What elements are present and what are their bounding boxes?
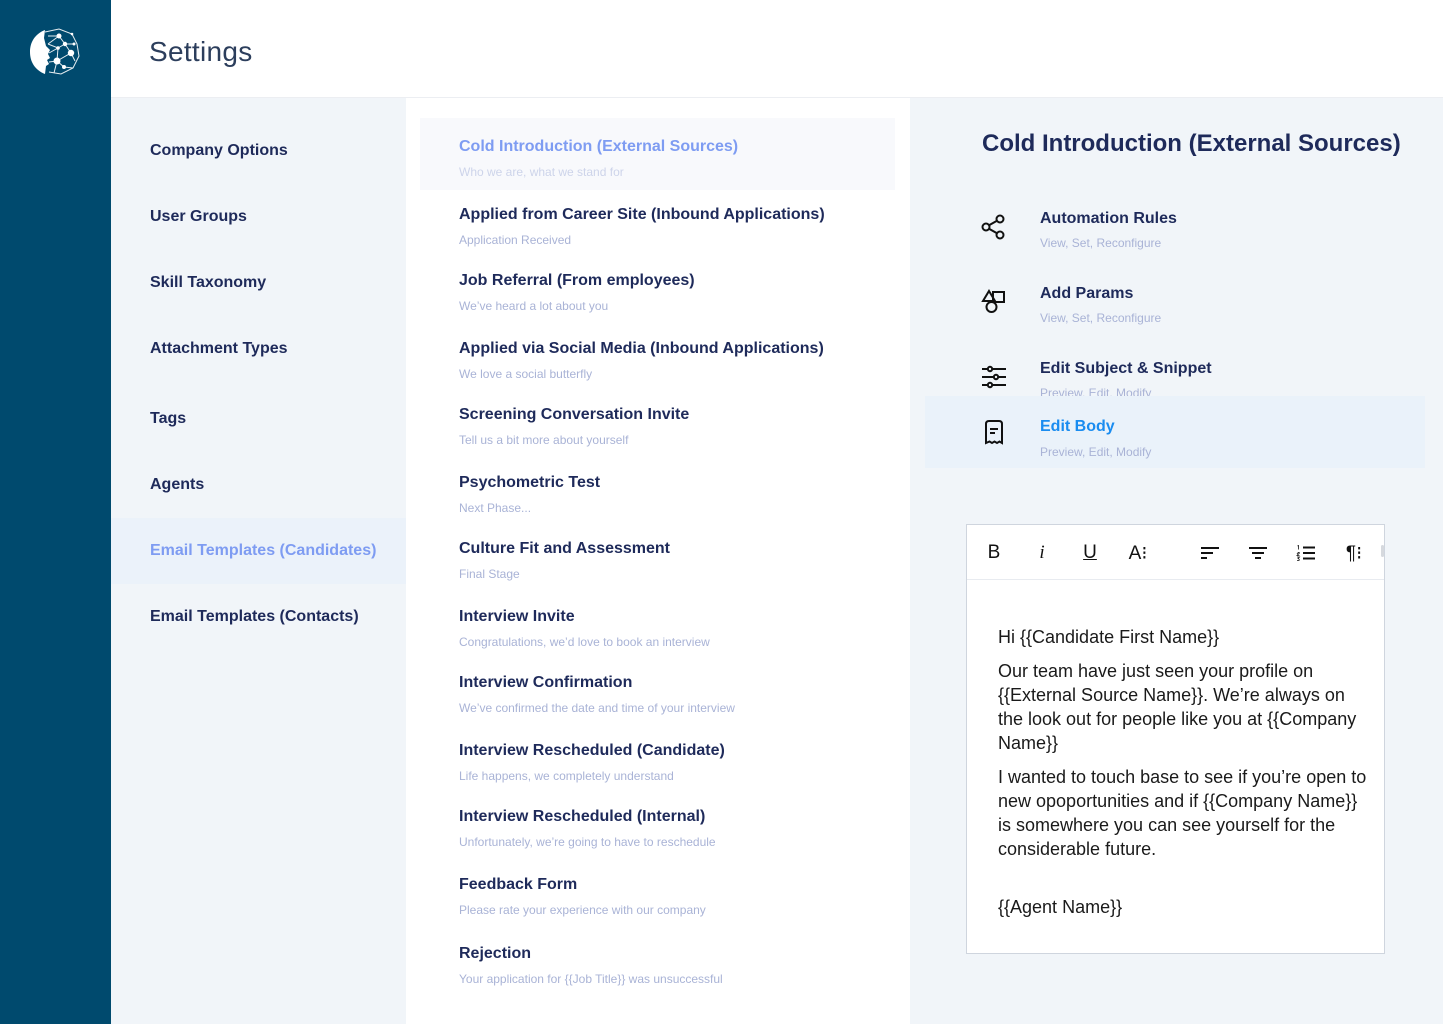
nav-item-skill-taxonomy[interactable]: Skill Taxonomy	[111, 250, 406, 316]
detail-title: Cold Introduction (External Sources)	[982, 130, 1401, 157]
nav-item-tags[interactable]: Tags	[111, 386, 406, 452]
body-greeting: Hi {{Candidate First Name}}	[998, 627, 1220, 647]
template-subtitle: Unfortunately, we’re going to have to re…	[459, 835, 716, 849]
settings-nav: Company Options User Groups Skill Taxono…	[111, 98, 406, 1024]
align-center-button[interactable]	[1244, 539, 1272, 567]
template-item-screening-invite[interactable]: Screening Conversation Invite Tell us a …	[420, 386, 895, 458]
body-paragraph-1: Our team have just seen your profile on …	[998, 661, 1357, 753]
template-title: Interview Rescheduled (Candidate)	[459, 742, 725, 759]
template-title: Screening Conversation Invite	[459, 406, 690, 423]
template-title: Interview Invite	[459, 608, 575, 625]
nav-item-email-templates-candidates[interactable]: Email Templates (Candidates)	[111, 518, 406, 584]
option-subtitle: View, Set, Reconfigure	[1040, 236, 1162, 250]
font-size-button[interactable]: A⁝	[1124, 539, 1152, 567]
template-item-applied-social-media[interactable]: Applied via Social Media (Inbound Applic…	[420, 320, 895, 392]
share-nodes-icon	[981, 214, 1005, 240]
numbered-list-button[interactable]	[1292, 539, 1320, 567]
option-add-params[interactable]: Add Params View, Set, Reconfigure	[925, 273, 1425, 345]
nav-item-user-groups[interactable]: User Groups	[111, 184, 406, 250]
email-body-text[interactable]: Hi {{Candidate First Name}} Our team hav…	[998, 625, 1368, 929]
bold-button[interactable]: B	[980, 539, 1008, 567]
template-title: Interview Confirmation	[459, 674, 633, 691]
template-subtitle: Your application for {{Job Title}} was u…	[459, 972, 723, 986]
option-edit-body[interactable]: Edit Body Preview, Edit, Modify	[925, 396, 1425, 468]
template-title: Interview Rescheduled (Internal)	[459, 808, 706, 825]
toolbar-overflow-indicator[interactable]	[1381, 545, 1384, 557]
template-title: Psychometric Test	[459, 474, 601, 491]
align-center-icon	[1249, 547, 1267, 559]
template-subtitle: Application Received	[459, 233, 572, 247]
template-item-job-referral[interactable]: Job Referral (From employees) We’ve hear…	[420, 252, 895, 324]
template-item-feedback-form[interactable]: Feedback Form Please rate your experienc…	[420, 856, 895, 928]
template-subtitle: We’ve confirmed the date and time of you…	[459, 701, 735, 715]
template-title: Applied via Social Media (Inbound Applic…	[459, 340, 824, 357]
receipt-document-icon	[985, 420, 1003, 445]
template-subtitle: We’ve heard a lot about you	[459, 299, 609, 313]
template-subtitle: Who we are, what we stand for	[459, 165, 624, 179]
numbered-list-icon	[1296, 545, 1315, 561]
template-subtitle: Next Phase...	[459, 501, 532, 515]
template-item-culture-fit[interactable]: Culture Fit and Assessment Final Stage	[420, 520, 895, 592]
align-left-button[interactable]	[1196, 539, 1224, 567]
template-title: Cold Introduction (External Sources)	[459, 138, 739, 155]
sliders-icon	[982, 365, 1006, 389]
top-bar: Settings	[111, 0, 1443, 98]
nav-item-company-options[interactable]: Company Options	[111, 118, 406, 184]
email-body-editor: B i U A⁝ ¶⁝ Hi {{Candidate First Name}} …	[966, 524, 1385, 954]
nav-item-email-templates-contacts[interactable]: Email Templates (Contacts)	[111, 584, 406, 650]
face-network-logo-icon[interactable]	[27, 26, 83, 78]
align-left-icon	[1201, 547, 1219, 559]
option-title: Add Params	[1040, 285, 1134, 302]
template-item-rejection[interactable]: Rejection Your application for {{Job Tit…	[420, 925, 895, 997]
option-title: Edit Subject & Snippet	[1040, 360, 1212, 377]
template-item-interview-invite[interactable]: Interview Invite Congratulations, we’d l…	[420, 588, 895, 660]
option-subtitle: Preview, Edit, Modify	[1040, 445, 1152, 459]
page-title: Settings	[149, 36, 253, 67]
template-item-rescheduled-candidate[interactable]: Interview Rescheduled (Candidate) Life h…	[420, 722, 895, 794]
option-title: Automation Rules	[1040, 210, 1177, 227]
template-subtitle: Final Stage	[459, 567, 520, 581]
template-subtitle: Life happens, we completely understand	[459, 769, 674, 783]
brand-rail	[0, 0, 111, 1024]
template-title: Job Referral (From employees)	[459, 272, 695, 289]
body-paragraph-2: I wanted to touch base to see if you’re …	[998, 767, 1367, 859]
template-subtitle: Tell us a bit more about yourself	[459, 433, 629, 447]
underline-button[interactable]: U	[1076, 539, 1104, 567]
template-title: Culture Fit and Assessment	[459, 540, 671, 557]
template-item-rescheduled-internal[interactable]: Interview Rescheduled (Internal) Unfortu…	[420, 788, 895, 860]
option-subtitle: View, Set, Reconfigure	[1040, 311, 1162, 325]
shapes-icon	[981, 289, 1005, 313]
template-title: Applied from Career Site (Inbound Applic…	[459, 206, 825, 223]
template-title: Feedback Form	[459, 876, 578, 893]
template-subtitle: Please rate your experience with our com…	[459, 903, 706, 917]
nav-item-attachment-types[interactable]: Attachment Types	[111, 316, 406, 382]
template-subtitle: Congratulations, we’d love to book an in…	[459, 635, 710, 649]
editor-toolbar: B i U A⁝ ¶⁝	[967, 525, 1384, 580]
template-item-interview-confirmation[interactable]: Interview Confirmation We’ve confirmed t…	[420, 654, 895, 726]
option-title: Edit Body	[1040, 418, 1115, 435]
italic-button[interactable]: i	[1028, 539, 1056, 567]
template-list: Cold Introduction (External Sources) Who…	[406, 98, 910, 1024]
template-detail-panel: Cold Introduction (External Sources) Aut…	[910, 98, 1443, 1024]
template-item-applied-career-site[interactable]: Applied from Career Site (Inbound Applic…	[420, 186, 895, 258]
option-automation-rules[interactable]: Automation Rules View, Set, Reconfigure	[925, 198, 1425, 270]
paragraph-format-button[interactable]: ¶⁝	[1340, 539, 1368, 567]
body-signature: {{Agent Name}}	[998, 897, 1123, 917]
template-item-psychometric-test[interactable]: Psychometric Test Next Phase...	[420, 454, 895, 526]
template-item-cold-introduction[interactable]: Cold Introduction (External Sources) Who…	[420, 118, 895, 190]
template-title: Rejection	[459, 945, 532, 962]
template-subtitle: We love a social butterfly	[459, 367, 593, 381]
nav-item-agents[interactable]: Agents	[111, 452, 406, 518]
